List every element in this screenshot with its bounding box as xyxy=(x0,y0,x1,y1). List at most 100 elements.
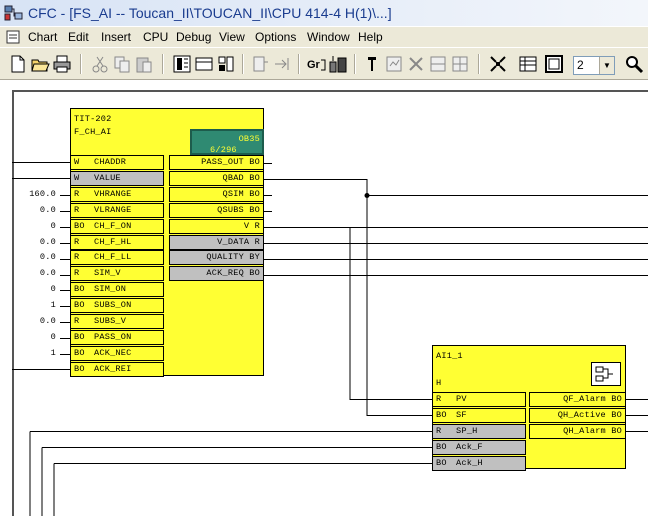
pin-name: CH_F_ON xyxy=(94,220,132,231)
pin-name: QH_Active xyxy=(557,410,612,420)
copy-icon[interactable] xyxy=(112,54,132,74)
window-title: CFC - [FS_AI -- Toucan_II\TOUCAN_II\CPU … xyxy=(28,5,392,21)
menu-help[interactable]: Help xyxy=(358,30,383,44)
input-pin[interactable]: R SP_H xyxy=(432,424,526,439)
block-type: H xyxy=(436,378,442,388)
menu-cpu[interactable]: CPU xyxy=(143,30,168,44)
pin-type: BO xyxy=(74,284,85,295)
goto-icon[interactable] xyxy=(272,54,292,74)
output-pin[interactable]: V R xyxy=(169,218,264,234)
block-view-icon[interactable] xyxy=(172,54,192,74)
toolbar-separator xyxy=(478,54,480,74)
output-pin[interactable]: QUALITY BY xyxy=(169,250,264,266)
chevron-down-icon[interactable]: ▼ xyxy=(599,57,614,74)
pin-constant-value[interactable]: 0 xyxy=(16,221,56,231)
pin-name: PV xyxy=(456,394,467,404)
open-icon[interactable] xyxy=(30,54,50,74)
menu-edit[interactable]: Edit xyxy=(68,30,89,44)
overview-icon[interactable] xyxy=(216,54,236,74)
pin-constant-value[interactable]: 0.0 xyxy=(16,205,56,215)
delete-icon[interactable] xyxy=(406,54,426,74)
ob-sub: 6/296 xyxy=(210,145,237,155)
pin-name: Ack_H xyxy=(456,458,483,468)
test-icon[interactable] xyxy=(362,54,382,74)
watch-icon[interactable] xyxy=(384,54,404,74)
menu-debug[interactable]: Debug xyxy=(176,30,211,44)
input-pin[interactable]: BO Ack_H xyxy=(432,456,526,471)
toolbar-separator xyxy=(80,54,82,74)
input-pin[interactable]: R SUBS_V xyxy=(70,314,164,329)
input-pin[interactable]: R CH_F_LL xyxy=(70,250,164,266)
input-pin[interactable]: R VHRANGE xyxy=(70,186,164,202)
pin-constant-value[interactable]: 0.0 xyxy=(16,252,56,262)
pin-name: QBAD xyxy=(222,172,250,183)
input-pin[interactable]: BO SIM_ON xyxy=(70,282,164,298)
input-pin[interactable]: R VLRANGE xyxy=(70,202,164,218)
pin-constant-value[interactable]: 0.0 xyxy=(16,316,56,326)
ob-label: OB35 xyxy=(238,134,260,144)
pin-constant-value[interactable]: 0.0 xyxy=(16,268,56,278)
menu-insert[interactable]: Insert xyxy=(101,30,131,44)
input-pin[interactable]: BO PASS_ON xyxy=(70,329,164,345)
input-pin[interactable]: BO SF xyxy=(432,408,526,423)
input-pin[interactable]: BO ACK_REI xyxy=(70,361,164,377)
pin-constant-value[interactable]: 0.0 xyxy=(16,237,56,247)
output-pin[interactable]: QSUBS BO xyxy=(169,202,264,218)
output-pin[interactable]: QBAD BO xyxy=(169,170,264,186)
insert-block-icon[interactable] xyxy=(250,54,270,74)
single-sheet-icon[interactable] xyxy=(544,54,564,74)
input-pin[interactable]: BO SUBS_ON xyxy=(70,298,164,314)
output-pin[interactable]: QH_Alarm BO xyxy=(529,424,626,439)
pin-constant-value[interactable]: 1 xyxy=(16,300,56,310)
pin-constant-value[interactable]: 160.0 xyxy=(16,189,56,199)
pin-name: CH_F_LL xyxy=(94,252,132,263)
print-icon[interactable] xyxy=(52,54,72,74)
input-pin[interactable]: W VALUE xyxy=(70,170,164,186)
pin-name: QUALITY xyxy=(206,252,250,263)
cfc-app-icon xyxy=(4,5,23,21)
cut-icon[interactable] xyxy=(90,54,110,74)
sheet-view-icon[interactable] xyxy=(518,54,538,74)
menu-chart[interactable]: Chart xyxy=(28,30,57,44)
output-pin[interactable]: V_DATA R xyxy=(169,234,264,250)
input-pin[interactable]: BO CH_F_ON xyxy=(70,218,164,234)
download-icon[interactable] xyxy=(328,54,348,74)
zoom-select[interactable]: 2 ▼ xyxy=(573,56,615,75)
pin-constant-value[interactable]: 1 xyxy=(16,348,56,358)
pin-type: W xyxy=(74,157,80,167)
pin-type: BO xyxy=(74,220,85,231)
input-pin[interactable]: R CH_F_HL xyxy=(70,234,164,250)
block-symbol-icon xyxy=(591,362,621,386)
table-icon[interactable] xyxy=(450,54,470,74)
menu-options[interactable]: Options xyxy=(255,30,296,44)
output-pin[interactable]: PASS_OUT BO xyxy=(169,155,264,170)
pin-name: ACK_REQ xyxy=(206,268,250,279)
menu-bar: Chart Edit Insert CPU Debug View Options… xyxy=(0,27,648,47)
output-pin[interactable]: ACK_REQ BO xyxy=(169,266,264,282)
pin-name: CH_F_HL xyxy=(94,236,132,247)
pin-name: ACK_REI xyxy=(94,363,132,374)
toolbar-separator xyxy=(162,54,164,74)
run-sequence-box[interactable]: OB35 6/296 xyxy=(190,129,264,155)
compile-icon[interactable]: Gr xyxy=(306,54,326,74)
pin-constant-value[interactable]: 0 xyxy=(16,332,56,342)
menu-view[interactable]: View xyxy=(219,30,245,44)
sheet-icon[interactable] xyxy=(194,54,214,74)
input-pin[interactable]: R PV xyxy=(432,392,526,407)
zoom-icon[interactable] xyxy=(624,54,644,74)
paste-icon[interactable] xyxy=(134,54,154,74)
grid-icon[interactable] xyxy=(488,54,508,74)
output-pin[interactable]: QSIM BO xyxy=(169,186,264,202)
input-pin[interactable]: BO ACK_NEC xyxy=(70,345,164,361)
pin-name: SIM_V xyxy=(94,268,121,279)
pin-name: QF_Alarm xyxy=(563,394,612,404)
new-icon[interactable] xyxy=(8,54,28,74)
pin-constant-value[interactable]: 0 xyxy=(16,284,56,294)
output-pin[interactable]: QF_Alarm BO xyxy=(529,392,626,407)
output-pin[interactable]: QH_Active BO xyxy=(529,408,626,423)
input-pin[interactable]: BO Ack_F xyxy=(432,440,526,455)
input-pin[interactable]: W CHADDR xyxy=(70,155,164,170)
align-icon[interactable] xyxy=(428,54,448,74)
input-pin[interactable]: R SIM_V xyxy=(70,266,164,282)
menu-window[interactable]: Window xyxy=(307,30,350,44)
